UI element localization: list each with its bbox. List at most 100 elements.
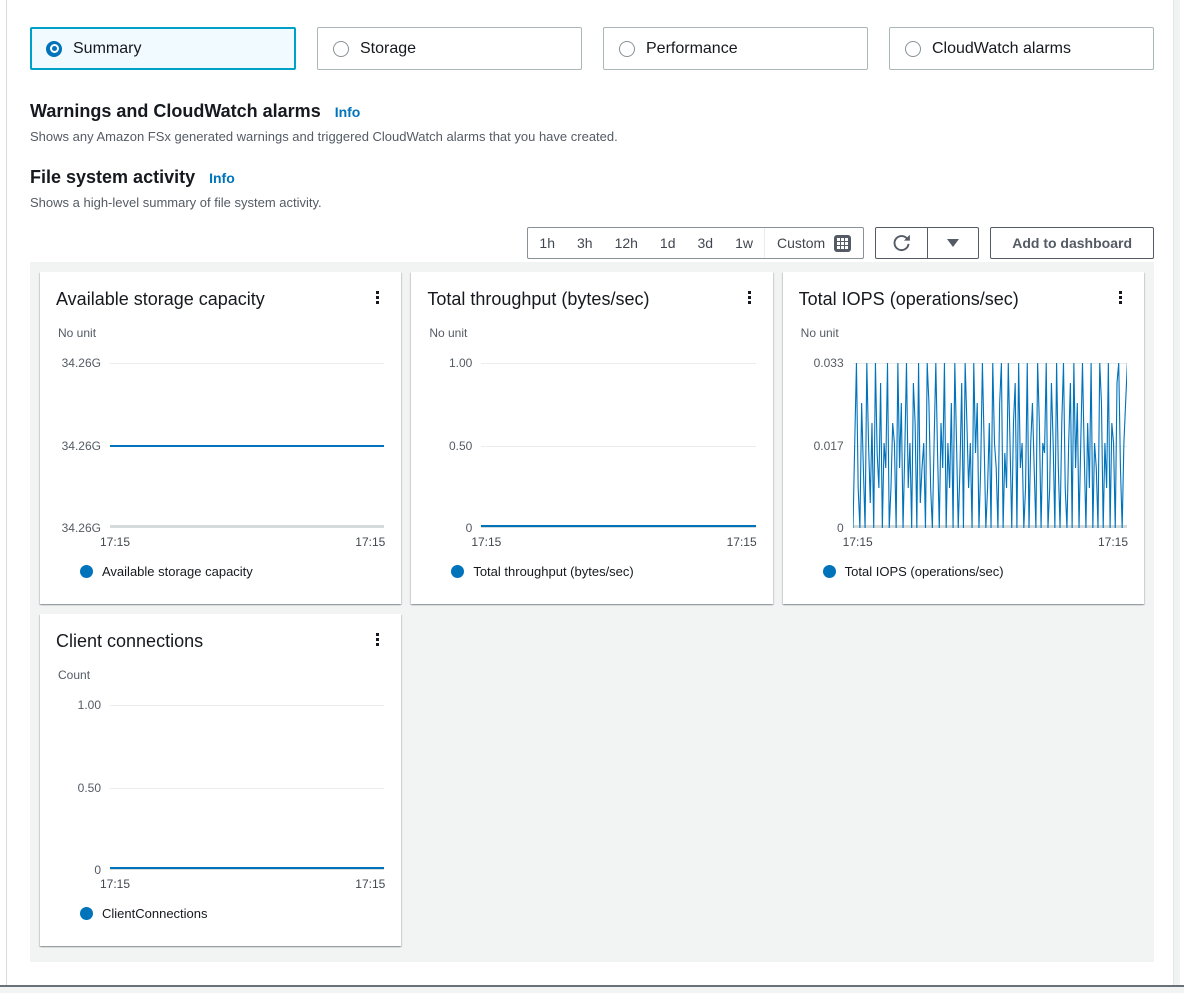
y-tick-label: 0.033: [814, 356, 844, 370]
x-axis-tick-labels: 17:15 17:15: [843, 535, 1128, 549]
time-range-1d[interactable]: 1d: [649, 228, 687, 258]
plot-region: [853, 363, 1127, 528]
chart-card-header: Total IOPS (operations/sec): [799, 287, 1128, 311]
chart-title: Total throughput (bytes/sec): [427, 287, 649, 311]
radio-unselected-icon: [905, 41, 921, 57]
gridline-middle: [481, 446, 755, 447]
kebab-menu-icon[interactable]: [742, 287, 757, 308]
chart-card-header: Client connections: [56, 629, 385, 653]
time-range-custom[interactable]: Custom: [764, 228, 863, 258]
legend-item[interactable]: Available storage capacity: [80, 564, 385, 579]
charts-panel: Available storage capacity No unit 34.26…: [30, 262, 1154, 962]
y-tick-label: 0.017: [814, 439, 844, 453]
legend-item[interactable]: ClientConnections: [80, 906, 385, 921]
y-tick-label: 0.50: [449, 439, 472, 453]
legend-color-dot: [80, 907, 93, 920]
warnings-info-link[interactable]: Info: [335, 104, 361, 120]
time-range-1w[interactable]: 1w: [724, 228, 764, 258]
y-tick-label: 1.00: [449, 356, 472, 370]
tab-label: Storage: [360, 40, 416, 58]
legend-color-dot: [823, 565, 836, 578]
chart-card-header: Total throughput (bytes/sec): [427, 287, 756, 311]
chart-card: Available storage capacity No unit 34.26…: [40, 272, 401, 604]
x-axis-tick-labels: 17:15 17:15: [471, 535, 756, 549]
radio-dot: [50, 44, 59, 53]
chart-plot-area: 1.000.500: [427, 363, 756, 528]
x-tick-start: 17:15: [100, 535, 130, 549]
x-tick-end: 17:15: [355, 535, 385, 549]
refresh-button[interactable]: [876, 228, 927, 258]
legend-label: Available storage capacity: [102, 564, 253, 579]
y-tick-label: 0: [837, 521, 844, 535]
caret-down-icon: [947, 239, 959, 247]
refresh-icon: [892, 234, 911, 253]
calendar-icon: [834, 235, 851, 252]
legend-color-dot: [80, 565, 93, 578]
legend-label: Total throughput (bytes/sec): [473, 564, 633, 579]
gridline-middle: [110, 788, 384, 789]
plot-region: [110, 705, 384, 870]
x-tick-end: 17:15: [1098, 535, 1128, 549]
x-tick-end: 17:15: [727, 535, 757, 549]
x-axis-tick-labels: 17:15 17:15: [100, 877, 385, 891]
y-axis-unit-label: No unit: [58, 326, 385, 340]
tab-performance[interactable]: Performance: [603, 27, 868, 70]
line-series: [853, 363, 1127, 528]
legend-label: Total IOPS (operations/sec): [845, 564, 1004, 579]
tab-storage[interactable]: Storage: [317, 27, 582, 70]
line-series: [110, 445, 384, 447]
y-axis-unit-label: Count: [58, 668, 385, 682]
legend-item[interactable]: Total IOPS (operations/sec): [823, 564, 1128, 579]
y-tick-label: 34.26G: [62, 356, 101, 370]
kebab-menu-icon[interactable]: [1113, 287, 1128, 308]
y-tick-label: 34.26G: [62, 521, 101, 535]
add-to-dashboard-button[interactable]: Add to dashboard: [990, 227, 1154, 259]
gridline-top: [110, 363, 384, 364]
y-axis-unit-label: No unit: [801, 326, 1128, 340]
time-range-3h[interactable]: 3h: [566, 228, 604, 258]
x-tick-start: 17:15: [471, 535, 501, 549]
chart-title: Available storage capacity: [56, 287, 265, 311]
y-tick-label: 0: [94, 863, 101, 877]
x-tick-start: 17:15: [100, 877, 130, 891]
gridline-top: [110, 705, 384, 706]
time-range-12h[interactable]: 12h: [604, 228, 649, 258]
legend-label: ClientConnections: [102, 906, 208, 921]
view-selector: Summary Storage Performance CloudWatch a…: [30, 27, 1154, 70]
refresh-options-button[interactable]: [927, 228, 978, 258]
radio-unselected-icon: [619, 41, 635, 57]
activity-section-title: File system activity: [30, 167, 195, 188]
radio-selected-icon: [46, 41, 62, 57]
tab-label: Performance: [646, 40, 738, 58]
chart-card: Total IOPS (operations/sec) No unit 0.03…: [783, 272, 1144, 604]
y-tick-label: 0: [466, 521, 473, 535]
warnings-section-title: Warnings and CloudWatch alarms: [30, 101, 321, 122]
line-series: [481, 525, 755, 527]
legend-color-dot: [451, 565, 464, 578]
kebab-menu-icon[interactable]: [370, 629, 385, 650]
kebab-menu-icon[interactable]: [370, 287, 385, 308]
y-axis-tick-labels: 0.0330.0170: [799, 363, 853, 528]
warnings-section-header: Warnings and CloudWatch alarms Info: [30, 101, 1154, 122]
page-bottom-gutter: [0, 987, 1184, 993]
x-axis-line: [110, 525, 384, 528]
tab-summary[interactable]: Summary: [30, 27, 296, 70]
time-range-group: 1h 3h 12h 1d 3d 1w Custom: [527, 227, 864, 259]
y-axis-tick-labels: 34.26G34.26G34.26G: [56, 363, 110, 528]
plot-region: [481, 363, 755, 528]
custom-label: Custom: [777, 235, 825, 251]
y-axis-unit-label: No unit: [429, 326, 756, 340]
legend-item[interactable]: Total throughput (bytes/sec): [451, 564, 756, 579]
time-range-3d[interactable]: 3d: [687, 228, 725, 258]
chart-plot-area: 0.0330.0170: [799, 363, 1128, 528]
tab-label: Summary: [73, 40, 141, 58]
y-axis-tick-labels: 1.000.500: [427, 363, 481, 528]
monitoring-page: Summary Storage Performance CloudWatch a…: [7, 0, 1177, 962]
tab-cloudwatch-alarms[interactable]: CloudWatch alarms: [889, 27, 1154, 70]
y-tick-label: 1.00: [78, 698, 101, 712]
chart-plot-area: 34.26G34.26G34.26G: [56, 363, 385, 528]
activity-info-link[interactable]: Info: [209, 170, 235, 186]
y-axis-tick-labels: 1.000.500: [56, 705, 110, 870]
time-range-1h[interactable]: 1h: [528, 228, 566, 258]
chart-title: Client connections: [56, 629, 203, 653]
